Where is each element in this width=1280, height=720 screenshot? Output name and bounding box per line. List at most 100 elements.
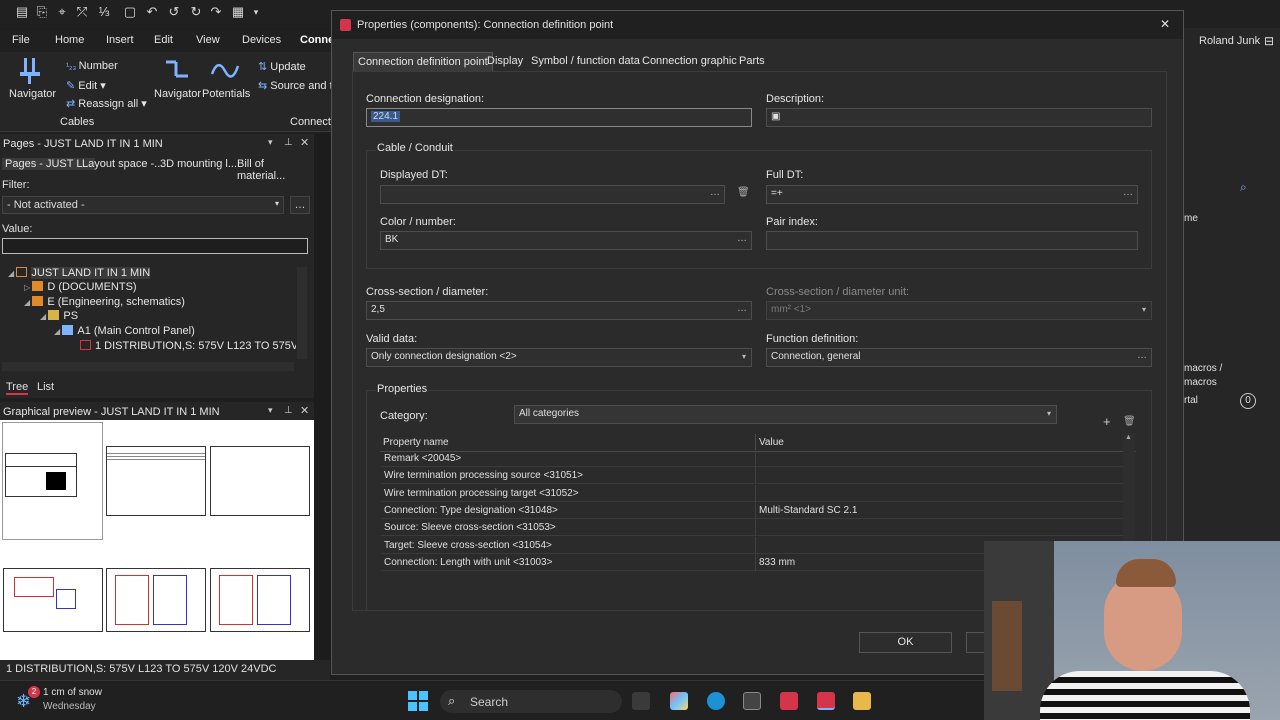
connection-icon[interactable]: ⌖: [54, 4, 70, 20]
filter-icon[interactable]: ▦: [230, 4, 246, 20]
category-select[interactable]: All categories ▾: [514, 405, 1057, 424]
page-thumbnail[interactable]: [210, 446, 310, 516]
tab-display[interactable]: Display: [483, 52, 527, 72]
tab-layout-space[interactable]: Layout space -...: [82, 158, 163, 170]
property-row[interactable]: Wire termination processing source <3105…: [381, 467, 1123, 485]
page-thumbnail[interactable]: [106, 568, 206, 632]
valid-data-select[interactable]: Only connection designation <2> ▾: [366, 348, 752, 367]
tab-view[interactable]: View: [196, 34, 220, 46]
close-icon[interactable]: ✕: [300, 404, 309, 417]
update-button[interactable]: ⇅ Update: [258, 60, 306, 73]
tab-pages[interactable]: Pages - JUST L...: [2, 158, 95, 170]
property-row[interactable]: Source: Sleeve cross-section <31053>: [381, 519, 1123, 537]
close-icon[interactable]: ✕: [300, 136, 309, 149]
tab-3d-mounting[interactable]: 3D mounting l...: [160, 158, 237, 170]
tab-list[interactable]: List: [37, 381, 54, 393]
property-name-header[interactable]: Property name: [383, 437, 449, 448]
tab-home[interactable]: Home: [55, 34, 84, 46]
redo-icon[interactable]: ↻: [188, 4, 204, 20]
copilot-icon[interactable]: [670, 692, 688, 710]
more-button[interactable]: …: [1137, 350, 1147, 361]
tab-symbol-function-data[interactable]: Symbol / function data: [527, 52, 644, 72]
property-value-header[interactable]: Value: [759, 437, 784, 448]
potentials-button[interactable]: Potentials: [202, 88, 250, 100]
property-row[interactable]: Connection: Type designation <31048> Mult…: [381, 501, 1123, 519]
page-thumbnail[interactable]: [210, 568, 310, 632]
ok-button[interactable]: OK: [859, 632, 952, 653]
panel-splitter[interactable]: [314, 134, 331, 660]
connection-navigator-button[interactable]: Navigator: [154, 88, 201, 100]
page-thumbnail[interactable]: [3, 568, 103, 632]
eplan-active-icon[interactable]: [817, 692, 835, 710]
property-row[interactable]: Remark <20045>: [381, 450, 1123, 467]
more-button[interactable]: …: [737, 303, 747, 314]
tree-item-page-1[interactable]: 1 DISTRIBUTION,S: 575V L123 TO 575V 120V…: [80, 340, 296, 352]
filter-select[interactable]: - Not activated - ▾: [2, 196, 284, 214]
cable-navigator-button[interactable]: Navigator: [9, 88, 56, 100]
more-button[interactable]: …: [1123, 187, 1133, 198]
tab-parts[interactable]: Parts: [735, 52, 769, 72]
cross-section-input[interactable]: 2,5…: [366, 301, 752, 320]
tab-bill-of-materials[interactable]: Bill of material...: [237, 158, 314, 182]
delete-icon[interactable]: 🗑: [737, 187, 750, 198]
tree-item-documents[interactable]: ▷ D (DOCUMENTS): [24, 281, 137, 293]
tree-item-engineering[interactable]: ◢ E (Engineering, schematics): [24, 296, 185, 308]
number-icon[interactable]: ⅓: [96, 4, 112, 20]
value-input[interactable]: [2, 238, 308, 254]
redo-list-icon[interactable]: ↷: [208, 4, 224, 20]
filter-more-button[interactable]: …: [290, 196, 310, 214]
search-icon[interactable]: ⌕: [1240, 180, 1247, 195]
color-number-input[interactable]: BK…: [380, 231, 752, 250]
taskbar-search[interactable]: ⌕ Search: [440, 690, 622, 713]
tab-tree[interactable]: Tree: [6, 381, 29, 395]
panel-menu-icon[interactable]: ▾: [268, 137, 273, 148]
add-property-icon[interactable]: +: [1103, 414, 1111, 429]
customize-dropdown-icon[interactable]: ▾: [248, 4, 264, 20]
user-name[interactable]: Roland Junk: [1199, 35, 1260, 47]
tree-item-project[interactable]: ◢ JUST LAND IT IN 1 MIN: [8, 267, 151, 279]
edit-button[interactable]: ✎ Edit ▾: [66, 79, 106, 92]
more-button[interactable]: …: [737, 233, 747, 244]
pin-icon[interactable]: ⊥: [284, 405, 293, 416]
number-button[interactable]: ¹₂₃ Number: [66, 60, 118, 72]
tab-connection-definition-point[interactable]: Connection definition point: [353, 52, 493, 72]
tree-item-a1[interactable]: ◢ A1 (Main Control Panel): [54, 325, 195, 337]
full-dt-input[interactable]: =+…: [766, 185, 1138, 204]
pair-index-input[interactable]: [766, 231, 1138, 250]
tab-edit[interactable]: Edit: [154, 34, 173, 46]
description-input[interactable]: ▣: [766, 108, 1152, 127]
open-page-icon[interactable]: ⎘: [34, 4, 50, 20]
page-thumbnail[interactable]: [2, 422, 103, 540]
windows-start-icon[interactable]: [408, 691, 428, 711]
wire-icon[interactable]: ⤱: [74, 4, 90, 20]
tab-devices[interactable]: Devices: [242, 34, 281, 46]
vertical-scrollbar[interactable]: [297, 267, 307, 359]
page-icon[interactable]: ▢: [122, 4, 138, 20]
eplan-icon[interactable]: [780, 692, 798, 710]
edge-icon[interactable]: [707, 692, 725, 710]
displayed-dt-input[interactable]: …: [380, 185, 725, 204]
pin-icon[interactable]: ⊥: [284, 137, 293, 148]
app-icon[interactable]: [743, 692, 761, 710]
page-thumbnail[interactable]: [106, 446, 206, 516]
undo-list-icon[interactable]: ↺: [166, 4, 182, 20]
property-value-cell[interactable]: Multi-Standard SC 2.1: [759, 505, 857, 516]
new-page-icon[interactable]: ▤: [14, 4, 30, 20]
tab-insert[interactable]: Insert: [106, 34, 134, 46]
property-value-cell[interactable]: 833 mm: [759, 557, 795, 568]
more-button[interactable]: …: [710, 187, 720, 198]
tree-item-ps[interactable]: ◢ PS: [40, 310, 78, 322]
function-definition-input[interactable]: Connection, general…: [766, 348, 1152, 367]
undo-icon[interactable]: ↶: [144, 4, 160, 20]
panel-menu-icon[interactable]: ▾: [268, 405, 273, 416]
horizontal-scrollbar[interactable]: [2, 362, 294, 371]
file-explorer-icon[interactable]: [853, 692, 871, 710]
translate-icon[interactable]: ▣: [771, 111, 780, 122]
connection-designation-input[interactable]: 224.1: [366, 108, 752, 127]
reassign-all-button[interactable]: ⇄ Reassign all ▾: [66, 97, 147, 110]
property-row[interactable]: Wire termination processing target <3105…: [381, 484, 1123, 502]
tab-file[interactable]: File: [12, 34, 30, 46]
tab-connection-graphic[interactable]: Connection graphic: [638, 52, 741, 72]
task-view-icon[interactable]: [632, 692, 650, 710]
close-icon[interactable]: ✕: [1160, 17, 1170, 31]
